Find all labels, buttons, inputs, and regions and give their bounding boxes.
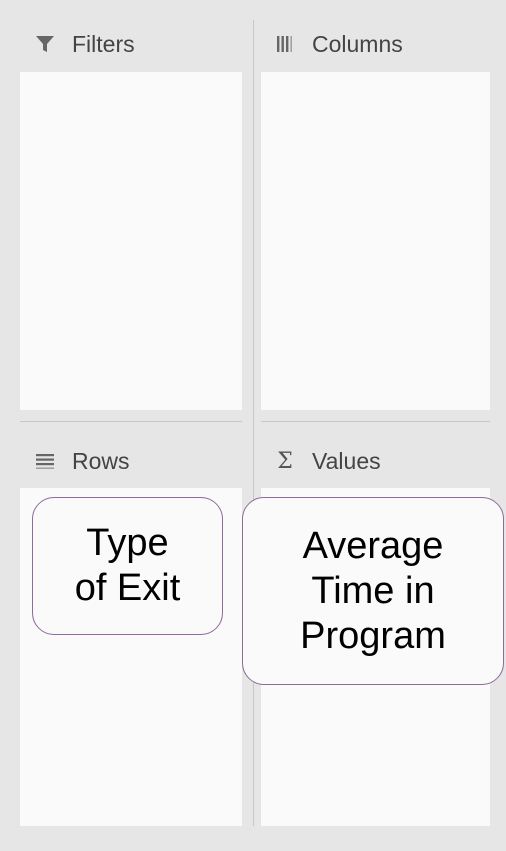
columns-icon: [272, 33, 298, 55]
rows-icon: [32, 450, 58, 472]
rows-field-callout: Type of Exit: [32, 497, 223, 635]
panel-divider-horizontal-right: [261, 421, 490, 422]
columns-header: Columns: [272, 20, 403, 68]
filters-label: Filters: [72, 30, 135, 57]
filter-icon: [32, 33, 58, 55]
rows-header: Rows: [32, 437, 130, 485]
rows-label: Rows: [72, 447, 130, 474]
filters-drop-area[interactable]: [20, 72, 242, 410]
values-field-callout: Average Time in Program: [242, 497, 504, 685]
panel-divider-horizontal-left: [20, 421, 242, 422]
columns-label: Columns: [312, 30, 403, 57]
columns-drop-area[interactable]: [261, 72, 490, 410]
panel-divider-vertical: [253, 20, 254, 826]
filters-header: Filters: [32, 20, 135, 68]
sigma-icon: Σ: [277, 448, 293, 474]
values-header: Σ Values: [272, 437, 381, 485]
values-label: Values: [312, 447, 381, 474]
